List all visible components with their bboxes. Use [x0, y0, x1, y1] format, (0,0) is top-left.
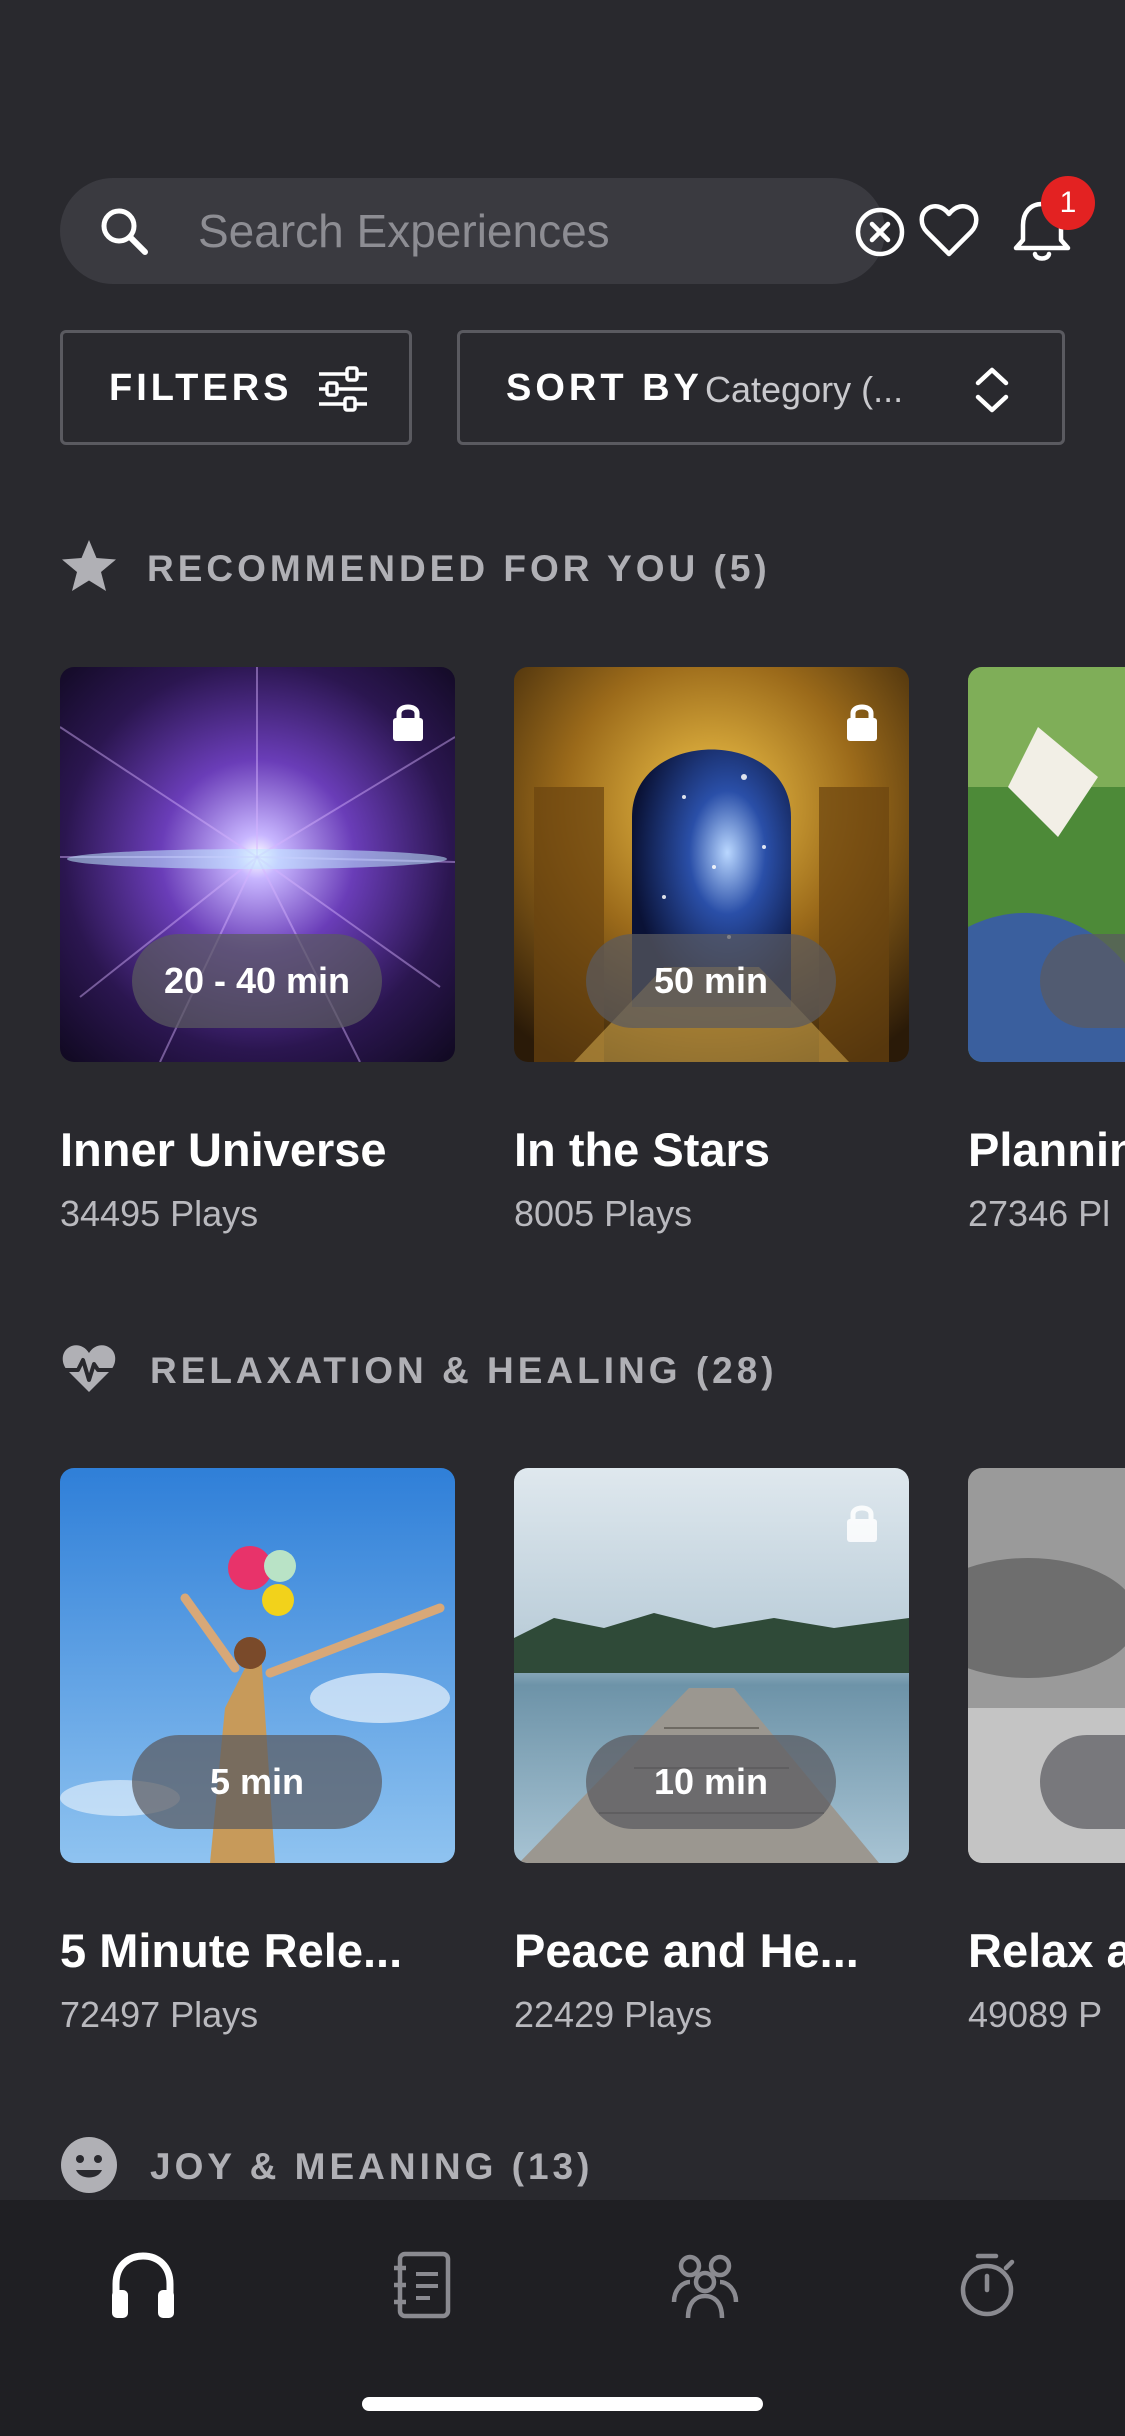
- card-plays: 34495 Plays: [60, 1193, 259, 1234]
- card-title: Relax a: [968, 1924, 1125, 1977]
- card-plays: 22429 Plays: [514, 1994, 713, 2035]
- experience-card[interactable]: 1. Relax a 49089 P: [968, 1468, 1125, 2068]
- section-header-recommended: RECOMMENDED FOR YOU (5): [60, 538, 860, 598]
- experience-card[interactable]: 10 min Peace and He... 22429 Plays: [514, 1468, 909, 2068]
- card-thumbnail: 20 - 40 min: [60, 667, 455, 1062]
- experience-card[interactable]: 50 min In the Stars 8005 Plays: [514, 667, 909, 1267]
- sort-by-dropdown[interactable]: SORT BY Category (...: [457, 330, 1065, 445]
- duration-badge: 50 min: [586, 934, 836, 1028]
- star-icon: [62, 540, 116, 591]
- search-icon: [101, 208, 148, 255]
- filters-label: FILTERS: [109, 367, 293, 409]
- chevron-up-down-icon: [975, 367, 1009, 413]
- search-bar[interactable]: [60, 178, 905, 284]
- clear-search-icon[interactable]: [853, 205, 907, 259]
- notification-badge: 1: [1041, 176, 1095, 230]
- section-title: RELAXATION & HEALING (28): [150, 1350, 778, 1391]
- card-plays: 8005 Plays: [514, 1193, 693, 1234]
- section-header-joy: JOY & MEANING (13): [60, 2136, 860, 2196]
- journal-icon: [394, 2251, 451, 2319]
- card-title: 5 Minute Rele...: [60, 1924, 403, 1977]
- duration-badge: 1: [1040, 934, 1125, 1028]
- duration-badge: 20 - 40 min: [132, 934, 382, 1028]
- experience-card[interactable]: 5 min 5 Minute Rele... 72497 Plays: [60, 1468, 455, 2068]
- section-title: RECOMMENDED FOR YOU (5): [147, 548, 771, 589]
- duration-badge: 10 min: [586, 1735, 836, 1829]
- lock-icon: [847, 704, 877, 741]
- sliders-icon: [319, 366, 367, 412]
- smiley-icon: [61, 2137, 117, 2193]
- home-indicator: [362, 2397, 763, 2411]
- card-plays: 49089 P: [968, 1994, 1103, 2035]
- duration-badge: 5 min: [132, 1735, 382, 1829]
- card-thumbnail: 1: [968, 667, 1125, 1062]
- card-title: Plannin: [968, 1123, 1125, 1176]
- duration-badge: 1.: [1040, 1735, 1125, 1829]
- favorites-heart-icon[interactable]: [918, 200, 980, 262]
- card-thumbnail: 10 min: [514, 1468, 909, 1863]
- card-title: In the Stars: [514, 1123, 770, 1176]
- card-thumbnail: 50 min: [514, 667, 909, 1062]
- lock-icon: [393, 704, 423, 741]
- headphones-icon: [112, 2252, 174, 2318]
- card-plays: 27346 Pl: [968, 1193, 1111, 1234]
- card-title: Inner Universe: [60, 1123, 387, 1176]
- search-input[interactable]: [198, 198, 838, 264]
- card-title: Peace and He...: [514, 1924, 859, 1977]
- sort-by-value: Category (...: [705, 369, 904, 410]
- card-thumbnail: 1.: [968, 1468, 1125, 1863]
- card-thumbnail: 5 min: [60, 1468, 455, 1863]
- section-header-relaxation: RELAXATION & HEALING (28): [60, 1340, 860, 1400]
- experience-card[interactable]: 1 Plannin 27346 Pl: [968, 667, 1125, 1267]
- card-plays: 72497 Plays: [60, 1994, 259, 2035]
- experiences-screen: 1 FILTERS SORT BY Category (... RECOMMEN…: [0, 0, 1125, 2436]
- lock-icon: [847, 1505, 877, 1542]
- tab-journal[interactable]: [378, 2240, 468, 2330]
- sort-by-label: SORT BY: [506, 367, 703, 409]
- timer-icon: [960, 2253, 1015, 2317]
- filters-button[interactable]: FILTERS: [60, 330, 412, 445]
- section-title: JOY & MEANING (13): [150, 2146, 594, 2187]
- tab-experiences[interactable]: [98, 2240, 188, 2330]
- tab-community[interactable]: [660, 2240, 750, 2330]
- experience-card[interactable]: 20 - 40 min Inner Universe 34495 Plays: [60, 667, 455, 1267]
- tab-timer[interactable]: [942, 2240, 1032, 2330]
- community-icon: [671, 2254, 739, 2319]
- heart-pulse-icon: [62, 1345, 116, 1392]
